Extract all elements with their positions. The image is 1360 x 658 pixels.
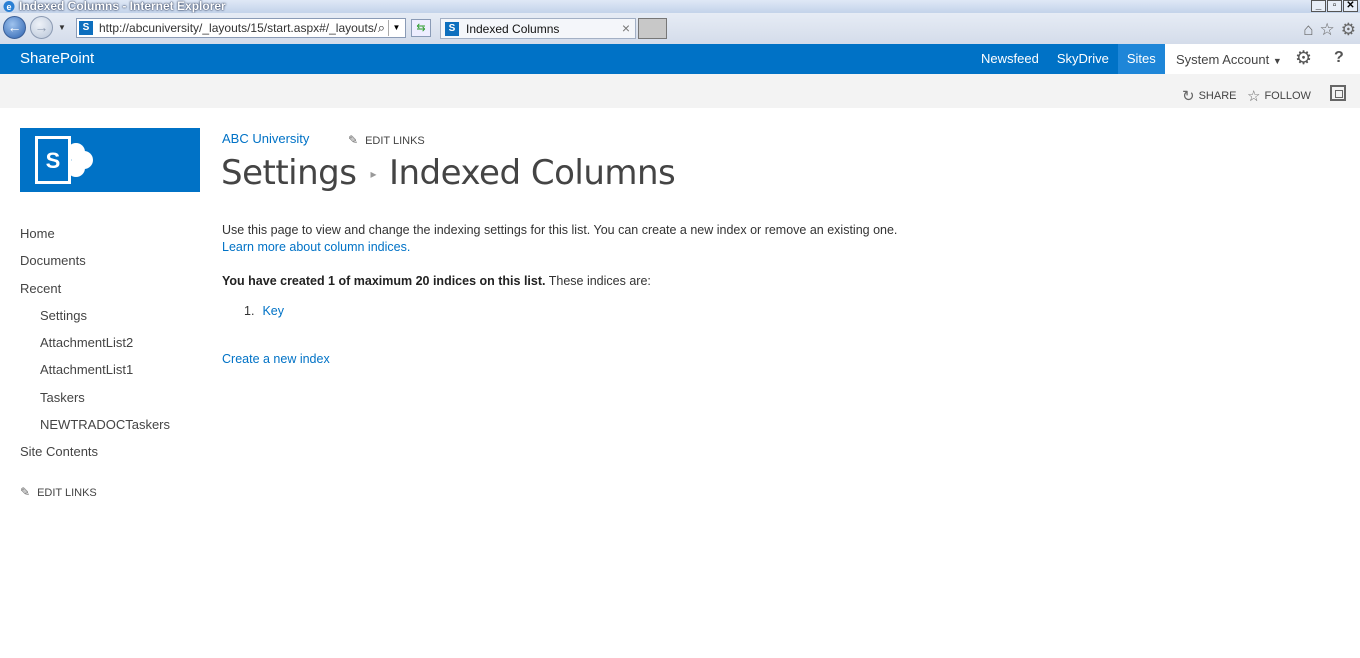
window-title: Indexed Columns - Internet Explorer bbox=[19, 0, 226, 13]
create-index-link[interactable]: Create a new index bbox=[222, 352, 330, 366]
new-tab-button[interactable] bbox=[638, 18, 667, 39]
tab-title: Indexed Columns bbox=[466, 22, 560, 36]
minimize-button[interactable]: _ bbox=[1311, 0, 1326, 12]
index-list: 1. Key bbox=[244, 304, 284, 318]
suite-bar: SharePoint Newsfeed SkyDrive Sites Syste… bbox=[0, 44, 1360, 74]
svg-text:e: e bbox=[6, 2, 11, 12]
chevron-down-icon: ▼ bbox=[1272, 56, 1282, 66]
back-arrow-icon: ← bbox=[7, 19, 22, 35]
address-dropdown-icon[interactable]: ▼ bbox=[388, 20, 404, 36]
nav-item-attachmentlist1[interactable]: AttachmentList1 bbox=[40, 362, 133, 377]
help-button[interactable]: ? bbox=[1334, 49, 1344, 67]
nav-item-newtradoctaskers[interactable]: NEWTRADOCTaskers bbox=[40, 417, 170, 432]
index-count-rest: These indices are: bbox=[545, 274, 651, 288]
pencil-icon: ✎ bbox=[20, 485, 31, 499]
edit-links-nav[interactable]: ✎ EDIT LINKS bbox=[20, 485, 97, 499]
page-title: Settings ▸ Indexed Columns bbox=[221, 153, 676, 193]
list-item: 1. Key bbox=[244, 304, 284, 318]
edit-links-label: EDIT LINKS bbox=[37, 487, 97, 499]
index-link-key[interactable]: Key bbox=[262, 304, 284, 318]
focus-on-content-icon[interactable] bbox=[1330, 85, 1346, 101]
close-tab-icon[interactable]: × bbox=[622, 20, 630, 36]
tools-gear-icon[interactable]: ⚙ bbox=[1341, 20, 1356, 40]
share-icon: ↻ bbox=[1182, 88, 1195, 105]
sharepoint-favicon-icon: S bbox=[445, 22, 459, 36]
share-button[interactable]: ↻ SHARE bbox=[1182, 87, 1236, 105]
index-count-bold: You have created 1 of maximum 20 indices… bbox=[222, 274, 546, 288]
sharepoint-logo-icon: S bbox=[35, 136, 93, 184]
back-button[interactable]: ← bbox=[3, 16, 26, 39]
user-menu[interactable]: System Account ▼ bbox=[1176, 52, 1282, 67]
learn-more-link[interactable]: Learn more about column indices. bbox=[222, 240, 410, 254]
star-icon: ☆ bbox=[1247, 88, 1261, 105]
home-icon[interactable]: ⌂ bbox=[1303, 20, 1313, 40]
nav-item-documents[interactable]: Documents bbox=[20, 253, 86, 268]
svg-text:S: S bbox=[46, 148, 61, 173]
breadcrumb-settings[interactable]: Settings bbox=[221, 153, 357, 193]
history-dropdown-icon[interactable]: ▼ bbox=[58, 23, 66, 32]
ribbon-bar: ↻ SHARE ☆ FOLLOW bbox=[0, 74, 1360, 108]
window-titlebar: e Indexed Columns - Internet Explorer _ … bbox=[0, 0, 1360, 13]
edit-links-top[interactable]: ✎ EDIT LINKS bbox=[348, 133, 425, 147]
edit-links-label: EDIT LINKS bbox=[365, 135, 425, 147]
browser-toolbar: ← → ▼ S http://abcuniversity/_layouts/15… bbox=[0, 13, 1360, 45]
description-text: Use this page to view and change the ind… bbox=[222, 223, 898, 237]
sharepoint-brand[interactable]: SharePoint bbox=[20, 50, 94, 67]
pencil-icon: ✎ bbox=[348, 133, 359, 147]
page-title-text: Indexed Columns bbox=[388, 153, 676, 193]
browser-tab[interactable]: S Indexed Columns × bbox=[440, 18, 636, 39]
nav-item-settings[interactable]: Settings bbox=[40, 308, 87, 323]
index-number: 1. bbox=[244, 304, 255, 318]
follow-button[interactable]: ☆ FOLLOW bbox=[1247, 87, 1311, 105]
sharepoint-favicon-icon: S bbox=[79, 21, 93, 35]
search-icon[interactable]: ⌕ bbox=[378, 20, 385, 36]
nav-item-taskers[interactable]: Taskers bbox=[40, 390, 85, 405]
forward-button[interactable]: → bbox=[30, 16, 53, 39]
internet-explorer-icon: e bbox=[3, 1, 15, 12]
forward-arrow-icon: → bbox=[34, 19, 49, 35]
address-url[interactable]: http://abcuniversity/_layouts/15/start.a… bbox=[99, 21, 377, 35]
suite-link-skydrive[interactable]: SkyDrive bbox=[1048, 44, 1118, 74]
nav-item-home[interactable]: Home bbox=[20, 226, 55, 241]
suite-link-newsfeed[interactable]: Newsfeed bbox=[972, 44, 1048, 74]
share-label: SHARE bbox=[1198, 90, 1237, 102]
nav-item-attachmentlist2[interactable]: AttachmentList2 bbox=[40, 335, 133, 350]
page-description: Use this page to view and change the ind… bbox=[222, 222, 897, 256]
address-bar[interactable]: S http://abcuniversity/_layouts/15/start… bbox=[76, 18, 406, 38]
nav-item-recent[interactable]: Recent bbox=[20, 281, 61, 296]
site-title-link[interactable]: ABC University bbox=[222, 131, 309, 146]
breadcrumb-separator-icon: ▸ bbox=[370, 167, 376, 181]
user-name: System Account bbox=[1176, 52, 1270, 67]
suite-link-sites[interactable]: Sites bbox=[1117, 44, 1165, 74]
index-count: You have created 1 of maximum 20 indices… bbox=[222, 274, 651, 288]
site-logo[interactable]: S bbox=[20, 128, 200, 192]
close-window-button[interactable]: ✕ bbox=[1343, 0, 1358, 12]
restore-button[interactable]: ▫ bbox=[1327, 0, 1342, 12]
favorites-star-icon[interactable]: ☆ bbox=[1320, 20, 1335, 40]
compatibility-refresh-icon[interactable]: ⇆ bbox=[411, 19, 431, 37]
settings-gear-icon[interactable]: ⚙ bbox=[1295, 47, 1312, 70]
nav-item-site-contents[interactable]: Site Contents bbox=[20, 444, 98, 459]
user-area: System Account ▼ ⚙ ? bbox=[1165, 44, 1360, 74]
follow-label: FOLLOW bbox=[1264, 90, 1311, 102]
